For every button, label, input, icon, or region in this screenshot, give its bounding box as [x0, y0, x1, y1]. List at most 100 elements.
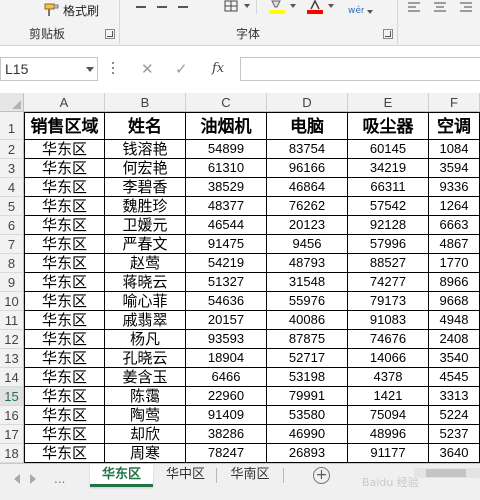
sales-cell[interactable]: 88527 [348, 254, 429, 273]
region-cell[interactable]: 华东区 [24, 406, 105, 425]
sheet-tab-central[interactable]: 华中区 [157, 464, 214, 487]
sales-cell[interactable]: 40086 [267, 311, 348, 330]
sales-cell[interactable]: 51327 [186, 273, 267, 292]
name-cell[interactable]: 却欣 [105, 425, 186, 444]
sales-cell[interactable]: 55976 [267, 292, 348, 311]
cancel-icon[interactable]: ✕ [141, 60, 154, 78]
name-cell[interactable]: 蒋晓云 [105, 273, 186, 292]
sales-cell[interactable]: 4867 [429, 235, 480, 254]
sales-cell[interactable]: 34219 [348, 159, 429, 178]
name-cell[interactable]: 严春文 [105, 235, 186, 254]
sales-cell[interactable]: 66311 [348, 178, 429, 197]
name-cell[interactable]: 喻心菲 [105, 292, 186, 311]
sales-cell[interactable]: 48377 [186, 197, 267, 216]
sales-cell[interactable]: 48793 [267, 254, 348, 273]
sales-cell[interactable]: 26893 [267, 444, 348, 463]
sales-cell[interactable]: 46990 [267, 425, 348, 444]
sales-cell[interactable]: 14066 [348, 349, 429, 368]
sales-cell[interactable]: 54636 [186, 292, 267, 311]
header-cell[interactable]: 油烟机 [186, 112, 267, 140]
borders-dropdown-icon[interactable] [244, 4, 250, 8]
name-cell[interactable]: 周寒 [105, 444, 186, 463]
column-header-e[interactable]: E [348, 93, 429, 112]
underline-icon[interactable] [178, 0, 188, 8]
more-sheets-icon[interactable]: ... [54, 472, 65, 486]
sales-cell[interactable]: 54899 [186, 140, 267, 159]
sales-cell[interactable]: 1770 [429, 254, 480, 273]
name-cell[interactable]: 赵莺 [105, 254, 186, 273]
header-cell[interactable]: 吸尘器 [348, 112, 429, 140]
region-cell[interactable]: 华东区 [24, 387, 105, 406]
name-cell[interactable]: 姜含玉 [105, 368, 186, 387]
sales-cell[interactable]: 18904 [186, 349, 267, 368]
column-header-f[interactable]: F [429, 93, 480, 112]
align-center-icon[interactable] [433, 0, 447, 14]
sheet-tab-east[interactable]: 华东区 [90, 464, 153, 487]
sales-cell[interactable]: 3313 [429, 387, 480, 406]
highlight-color-icon[interactable] [268, 0, 286, 14]
sales-cell[interactable]: 6466 [186, 368, 267, 387]
bold-icon[interactable] [136, 0, 146, 8]
worksheet-grid[interactable]: A B C D E F 1 2 3 4 5 6 7 8 9 10 11 12 13 14 15 16 17 18 销售区域 姓名油… [0, 93, 480, 463]
sales-cell[interactable]: 2408 [429, 330, 480, 349]
sales-cell[interactable]: 79173 [348, 292, 429, 311]
region-cell[interactable]: 华东区 [24, 178, 105, 197]
header-cell[interactable]: 电脑 [267, 112, 348, 140]
region-cell[interactable]: 华东区 [24, 273, 105, 292]
sales-cell[interactable]: 22960 [186, 387, 267, 406]
sales-cell[interactable]: 74277 [348, 273, 429, 292]
region-cell[interactable]: 华东区 [24, 159, 105, 178]
row-header-12[interactable]: 12 [0, 330, 24, 349]
sales-cell[interactable]: 4545 [429, 368, 480, 387]
formula-input[interactable] [240, 57, 480, 81]
clipboard-launcher-icon[interactable] [105, 29, 115, 39]
region-cell[interactable]: 华东区 [24, 254, 105, 273]
column-header-d[interactable]: D [267, 93, 348, 112]
name-box-dropdown-icon[interactable] [86, 67, 94, 72]
region-cell[interactable]: 华东区 [24, 425, 105, 444]
name-cell[interactable]: 魏胜珍 [105, 197, 186, 216]
phonetic-guide-icon[interactable]: wén [346, 2, 364, 16]
row-header-1[interactable]: 1 [0, 112, 24, 140]
sales-cell[interactable]: 53198 [267, 368, 348, 387]
select-all-button[interactable] [0, 93, 24, 112]
insert-function-icon[interactable]: fx [212, 61, 224, 76]
add-sheet-button[interactable]: + [313, 467, 330, 484]
row-header-13[interactable]: 13 [0, 349, 24, 368]
scroll-tabs-right-icon[interactable] [30, 474, 36, 484]
sales-cell[interactable]: 75094 [348, 406, 429, 425]
sales-cell[interactable]: 3640 [429, 444, 480, 463]
region-cell[interactable]: 华东区 [24, 311, 105, 330]
name-cell[interactable]: 李碧香 [105, 178, 186, 197]
region-cell[interactable]: 华东区 [24, 349, 105, 368]
sales-cell[interactable]: 46864 [267, 178, 348, 197]
row-header-11[interactable]: 11 [0, 311, 24, 330]
name-cell[interactable]: 陶莺 [105, 406, 186, 425]
sales-cell[interactable]: 5224 [429, 406, 480, 425]
row-header-18[interactable]: 18 [0, 444, 24, 463]
sales-cell[interactable]: 91409 [186, 406, 267, 425]
region-cell[interactable]: 华东区 [24, 197, 105, 216]
row-header-8[interactable]: 8 [0, 254, 24, 273]
sales-cell[interactable]: 78247 [186, 444, 267, 463]
name-cell[interactable]: 何宏艳 [105, 159, 186, 178]
row-header-15[interactable]: 15 [0, 387, 24, 406]
sales-cell[interactable]: 1421 [348, 387, 429, 406]
column-header-a[interactable]: A [24, 93, 105, 112]
row-header-9[interactable]: 9 [0, 273, 24, 292]
sales-cell[interactable]: 9668 [429, 292, 480, 311]
row-header-5[interactable]: 5 [0, 197, 24, 216]
region-cell[interactable]: 华东区 [24, 235, 105, 254]
sales-cell[interactable]: 9456 [267, 235, 348, 254]
sales-cell[interactable]: 91475 [186, 235, 267, 254]
sales-cell[interactable]: 20123 [267, 216, 348, 235]
sales-cell[interactable]: 6663 [429, 216, 480, 235]
sales-cell[interactable]: 61310 [186, 159, 267, 178]
sales-cell[interactable]: 92128 [348, 216, 429, 235]
sales-cell[interactable]: 60145 [348, 140, 429, 159]
row-header-14[interactable]: 14 [0, 368, 24, 387]
scroll-tabs-left-icon[interactable] [14, 474, 20, 484]
borders-icon[interactable] [224, 0, 238, 14]
row-header-3[interactable]: 3 [0, 159, 24, 178]
header-cell[interactable]: 销售区域 [24, 112, 105, 140]
